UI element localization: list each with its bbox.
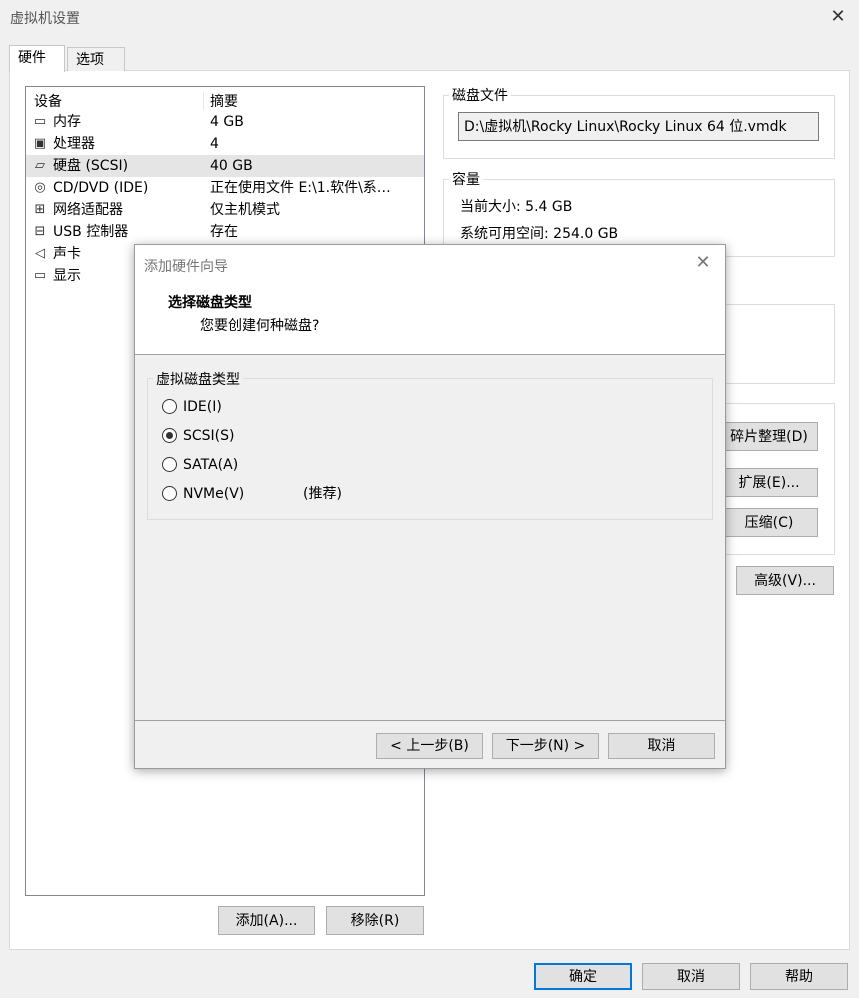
- next-button[interactable]: 下一步(N) >: [492, 733, 599, 759]
- device-name: 硬盘 (SCSI): [53, 158, 129, 174]
- device-row[interactable]: ◎ CD/DVD (IDE) 正在使用文件 E:\1.软件\系…: [26, 177, 424, 199]
- sound-icon: ◁: [35, 246, 45, 261]
- recommended-note: (推荐): [303, 486, 342, 502]
- window-close-icon[interactable]: ✕: [826, 6, 850, 30]
- device-row[interactable]: ▭ 内存 4 GB: [26, 111, 424, 133]
- add-hardware-button[interactable]: 添加(A)...: [218, 906, 315, 935]
- disk-type-label[interactable]: SATA(A): [183, 455, 238, 475]
- device-row[interactable]: ⊞ 网络适配器 仅主机模式: [26, 199, 424, 221]
- window-title: 虚拟机设置: [10, 11, 80, 27]
- column-header-summary[interactable]: 摘要: [210, 91, 238, 111]
- device-name: 显示: [53, 268, 81, 284]
- disk-type-label[interactable]: IDE(I): [183, 397, 222, 417]
- usb-icon: ⊟: [34, 224, 46, 239]
- defragment-button[interactable]: 碎片整理(D): [720, 422, 818, 451]
- column-header-device[interactable]: 设备: [34, 91, 62, 111]
- ok-button[interactable]: 确定: [534, 963, 632, 990]
- device-row[interactable]: ▱ 硬盘 (SCSI) 40 GB: [26, 155, 424, 177]
- current-size-text: 当前大小: 5.4 GB: [460, 199, 573, 215]
- device-name: CD/DVD (IDE): [53, 180, 149, 196]
- capacity-group-label: 容量: [449, 169, 483, 189]
- device-name: USB 控制器: [53, 224, 129, 240]
- dialog-title: 添加硬件向导: [144, 259, 228, 275]
- column-divider[interactable]: [203, 92, 204, 110]
- disk-type-label[interactable]: NVMe(V): [183, 484, 244, 504]
- device-name: 处理器: [53, 136, 95, 152]
- tab-options[interactable]: 选项: [67, 47, 125, 71]
- device-summary: 正在使用文件 E:\1.软件\系…: [210, 180, 391, 196]
- radio-button[interactable]: [162, 399, 177, 414]
- cancel-button[interactable]: 取消: [642, 963, 740, 990]
- dialog-close-icon[interactable]: ✕: [691, 253, 715, 275]
- radio-button[interactable]: [162, 486, 177, 501]
- dialog-cancel-button[interactable]: 取消: [608, 733, 715, 759]
- harddisk-icon: ▱: [35, 158, 45, 173]
- compact-button[interactable]: 压缩(C): [720, 508, 818, 537]
- free-space-text: 系统可用空间: 254.0 GB: [460, 226, 619, 242]
- device-summary: 仅主机模式: [210, 202, 280, 218]
- radio-selected-dot: [166, 432, 173, 439]
- dialog-heading: 选择磁盘类型: [168, 295, 252, 311]
- advanced-button[interactable]: 高级(V)...: [736, 566, 834, 595]
- device-name: 内存: [53, 114, 81, 130]
- back-button[interactable]: < 上一步(B): [376, 733, 483, 759]
- device-list-header: 设备 摘要: [26, 90, 424, 110]
- cdrom-icon: ◎: [34, 180, 46, 195]
- device-summary: 40 GB: [210, 158, 253, 174]
- device-summary: 4 GB: [210, 114, 244, 130]
- tab-hardware[interactable]: 硬件: [9, 45, 65, 72]
- device-summary: 4: [210, 136, 219, 152]
- device-row[interactable]: ▣ 处理器 4: [26, 133, 424, 155]
- help-button[interactable]: 帮助: [750, 963, 848, 990]
- dialog-subheading: 您要创建何种磁盘?: [200, 318, 320, 334]
- device-name: 声卡: [53, 246, 81, 262]
- remove-hardware-button[interactable]: 移除(R): [326, 906, 424, 935]
- dialog-footer-divider: [135, 720, 725, 721]
- disk-file-path-field[interactable]: D:\虚拟机\Rocky Linux\Rocky Linux 64 位.vmdk: [458, 112, 819, 141]
- device-summary: 存在: [210, 224, 238, 240]
- disk-type-label[interactable]: SCSI(S): [183, 426, 235, 446]
- expand-button[interactable]: 扩展(E)...: [720, 468, 818, 497]
- display-icon: ▭: [33, 268, 47, 283]
- add-hardware-wizard-dialog: 添加硬件向导 ✕ 选择磁盘类型 您要创建何种磁盘? 虚拟磁盘类型 IDE(I) S…: [134, 244, 726, 769]
- device-row[interactable]: ⊟ USB 控制器 存在: [26, 221, 424, 243]
- disk-type-group-label: 虚拟磁盘类型: [153, 369, 243, 389]
- radio-button[interactable]: [162, 457, 177, 472]
- device-name: 网络适配器: [53, 202, 123, 218]
- cpu-icon: ▣: [33, 136, 47, 151]
- network-icon: ⊞: [34, 202, 46, 217]
- disk-file-group-label: 磁盘文件: [449, 85, 511, 105]
- radio-button[interactable]: [162, 428, 177, 443]
- dialog-header: 添加硬件向导 ✕ 选择磁盘类型 您要创建何种磁盘?: [135, 245, 725, 355]
- memory-icon: ▭: [33, 114, 47, 129]
